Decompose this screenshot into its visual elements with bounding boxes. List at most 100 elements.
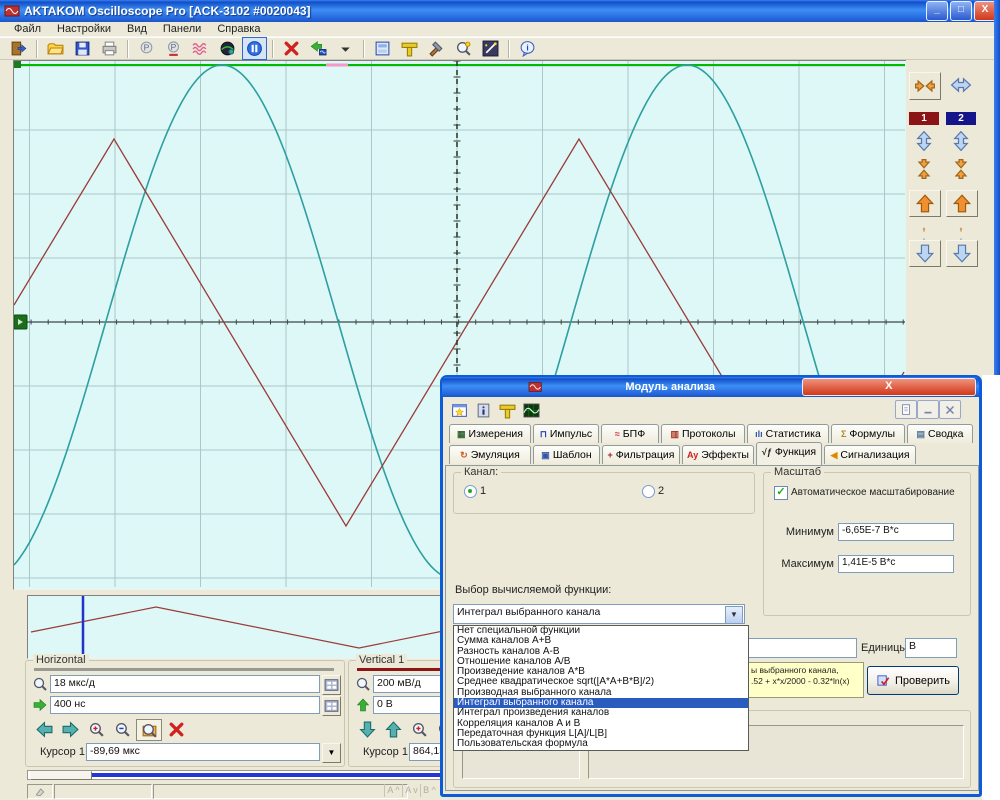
expand-horizontal-button[interactable] [946, 72, 976, 98]
menu-4[interactable]: Панели [155, 23, 209, 35]
status-channel-button-2[interactable]: A v [402, 784, 420, 797]
setup-tool-button[interactable] [424, 37, 449, 60]
info-button[interactable] [473, 400, 494, 420]
trigger-marker[interactable] [14, 315, 27, 329]
minimize-button[interactable] [917, 400, 939, 419]
formula-field[interactable] [747, 638, 857, 658]
tab-сигнализация[interactable]: ◀Сигнализация [824, 445, 916, 464]
function-combobox[interactable]: Интеграл выбранного канала ▼ [453, 604, 745, 624]
ch1-shift-down-fine-button[interactable] [909, 227, 939, 238]
copy-profile-b-button[interactable]: P [161, 37, 186, 60]
ch2-shift-up-fine-button[interactable] [946, 216, 976, 227]
ch1-compress-vertical-button[interactable] [909, 156, 939, 182]
units-field[interactable]: В [905, 638, 957, 658]
zoom-in-button[interactable] [84, 719, 108, 739]
open-file-button[interactable] [43, 37, 68, 60]
function-option-5[interactable]: Произведение каналов A*B [454, 667, 748, 677]
zoom-out-button[interactable] [110, 719, 134, 739]
measure-tool-button[interactable] [397, 37, 422, 60]
combobox-dropdown-button[interactable]: ▼ [725, 606, 743, 624]
search-device-button[interactable] [451, 37, 476, 60]
tab-импульс[interactable]: ⊓Импульс [533, 424, 599, 443]
scope-view-button[interactable] [521, 400, 542, 420]
measure-button[interactable] [497, 400, 518, 420]
cursor1-dropdown-button[interactable]: ▼ [322, 743, 341, 763]
save-file-button[interactable] [70, 37, 95, 60]
tab-эффекты[interactable]: AyЭффекты [682, 445, 754, 464]
function-option-4[interactable]: Отношение каналов A/B [454, 657, 748, 667]
copy-profile-a-button[interactable]: P [134, 37, 159, 60]
menu-5[interactable]: Справка [209, 23, 268, 35]
zoom-window-button[interactable] [136, 719, 162, 741]
ch2-shift-up-button[interactable] [946, 190, 978, 217]
ch2-compress-vertical-button[interactable] [946, 156, 976, 182]
status-channel-button-1[interactable]: A ^ [384, 784, 402, 797]
pan-left-button[interactable] [32, 719, 56, 739]
pan-down-button[interactable] [355, 719, 379, 739]
channel-2-header[interactable]: 2 [946, 112, 976, 125]
timebase-field[interactable]: 18 мкс/д [50, 675, 320, 693]
function-option-6[interactable]: Среднее квадратическое sqrt([A*A+B*B]/2) [454, 677, 748, 687]
close-panel-button[interactable] [939, 400, 961, 419]
report-button[interactable] [895, 400, 917, 419]
export-data-button[interactable] [306, 37, 331, 60]
wizard-button[interactable] [478, 37, 503, 60]
channel-1-radio[interactable] [464, 485, 477, 498]
menu-3[interactable]: Вид [119, 23, 155, 35]
pan-right-button[interactable] [58, 719, 82, 739]
ch1-shift-up-button[interactable] [909, 190, 941, 217]
export-menu-caret[interactable] [333, 37, 358, 60]
autoscale-checkbox[interactable]: ✓ [774, 486, 788, 500]
zoom-in-vertical-button[interactable] [407, 719, 431, 739]
channel-2-radio[interactable] [642, 485, 655, 498]
tab-измерения[interactable]: ▦Измерения [449, 424, 531, 443]
scrollbar-thumb[interactable] [30, 771, 92, 780]
ch1-shift-down-button[interactable] [909, 240, 941, 267]
menu-2[interactable]: Настройки [49, 23, 119, 35]
clear-data-button[interactable] [279, 37, 304, 60]
pan-up-button[interactable] [381, 719, 405, 739]
close-button[interactable]: X [974, 1, 996, 21]
function-option-3[interactable]: Разность каналов A-B [454, 647, 748, 657]
exit-button[interactable] [6, 37, 31, 60]
cursor1-time-field[interactable]: -89,69 мкс [86, 743, 320, 761]
dialog-close-button[interactable]: X [802, 378, 976, 396]
delay-field[interactable]: 400 нс [50, 696, 320, 714]
about-button[interactable]: i [515, 37, 540, 60]
function-option-12[interactable]: Пользовательская формула [454, 739, 748, 749]
favorites-button[interactable] [449, 400, 470, 420]
check-formula-button[interactable]: Проверить [867, 666, 959, 695]
function-option-10[interactable]: Корреляция каналов A и B [454, 719, 748, 729]
tab-функция[interactable]: √ƒФункция [756, 442, 822, 465]
ch2-shift-down-fine-button[interactable] [946, 227, 976, 238]
delay-auto-button[interactable] [322, 696, 341, 716]
function-option-7[interactable]: Производная выбранного канала [454, 688, 748, 698]
minimize-button[interactable]: _ [926, 1, 948, 21]
tab-бпф[interactable]: ≈БПФ [601, 424, 659, 443]
tab-сводка[interactable]: ▤Сводка [907, 424, 973, 443]
acquisition-mode-button[interactable] [215, 37, 240, 60]
tab-формулы[interactable]: ΣФормулы [831, 424, 905, 443]
device-panel-button[interactable] [370, 37, 395, 60]
reset-zoom-button[interactable] [164, 719, 188, 739]
ch1-expand-vertical-button[interactable] [909, 128, 939, 154]
tab-фильтрация[interactable]: +Фильтрация [602, 445, 680, 464]
function-option-8[interactable]: Интеграл выбранного канала [454, 698, 748, 708]
tab-шаблон[interactable]: ▣Шаблон [533, 445, 600, 464]
print-button[interactable] [97, 37, 122, 60]
maximum-field[interactable]: 1,41E-5 В*с [838, 555, 954, 573]
tab-статистика[interactable]: ılıСтатистика [747, 424, 829, 443]
function-option-2[interactable]: Сумма каналов A+B [454, 636, 748, 646]
tab-эмуляция[interactable]: ↻Эмуляция [449, 445, 531, 464]
channel-1-header[interactable]: 1 [909, 112, 939, 125]
tab-протоколы[interactable]: ▥Протоколы [661, 424, 745, 443]
ch2-shift-down-button[interactable] [946, 240, 978, 267]
ch1-shift-up-fine-button[interactable] [909, 216, 939, 227]
menu-1[interactable]: Файл [6, 23, 49, 35]
ch2-expand-vertical-button[interactable] [946, 128, 976, 154]
waveform-source-button[interactable] [188, 37, 213, 60]
function-option-9[interactable]: Интеграл произведения каналов [454, 708, 748, 718]
minimum-field[interactable]: -6,65E-7 В*с [838, 523, 954, 541]
function-option-1[interactable]: Нет специальной функции [454, 626, 748, 636]
compress-horizontal-button[interactable] [909, 72, 941, 100]
